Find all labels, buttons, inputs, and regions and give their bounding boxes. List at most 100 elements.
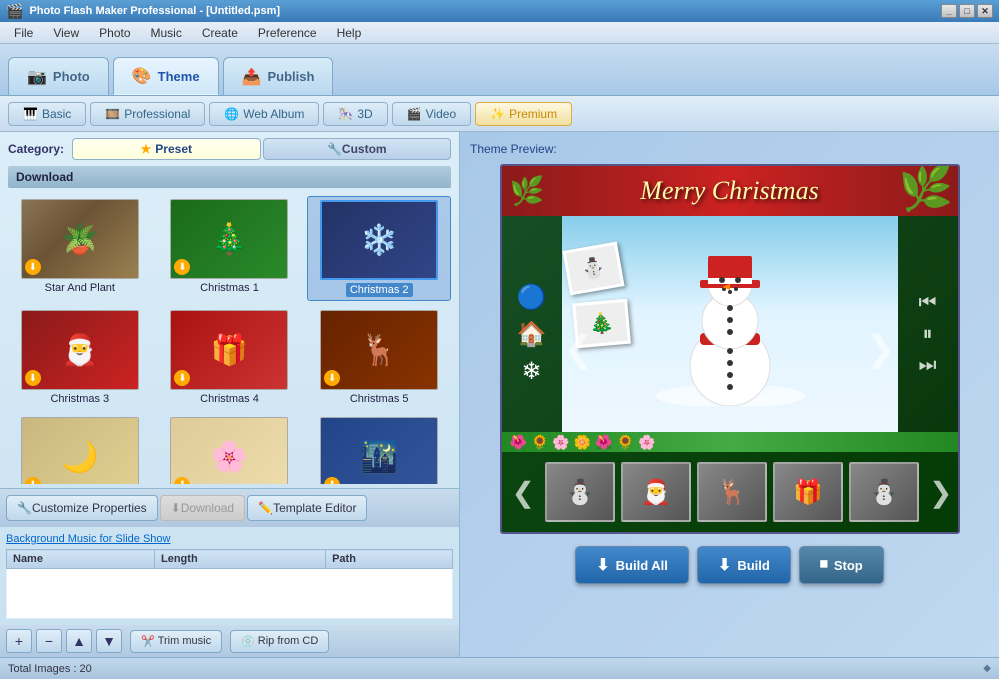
photo-tab-icon: 📷 (27, 67, 47, 87)
menu-create[interactable]: Create (192, 24, 248, 42)
build-icon: ⬇ (718, 555, 731, 575)
move-down-button[interactable]: ▼ (96, 629, 122, 653)
thumb-left-arrow[interactable]: ❮ (508, 476, 539, 509)
col-path: Path (326, 550, 453, 569)
premium-icon: ✨ (490, 107, 505, 121)
theme-label-christmas1: Christmas 1 (200, 282, 259, 294)
subcategory-webalbum[interactable]: 🌐 Web Album (209, 102, 319, 126)
theme-thumbnail-star-plant: 🪴 ⬇ (21, 199, 139, 279)
category-label: Category: (8, 142, 64, 156)
theme-item-christmas4[interactable]: 🎁 ⬇ Christmas 4 (158, 307, 302, 408)
move-up-button[interactable]: ▲ (66, 629, 92, 653)
window-controls: _ □ ✕ (941, 4, 993, 18)
theme-item-christmas1[interactable]: 🎄 ⬇ Christmas 1 (158, 196, 302, 301)
theme-item-extra3[interactable]: 🌃 ⬇ (307, 414, 451, 484)
build-button[interactable]: ⬇ Build (697, 546, 791, 584)
theme-item-star-plant[interactable]: 🪴 ⬇ Star And Plant (8, 196, 152, 301)
minimize-button[interactable]: _ (941, 4, 957, 18)
subcategory-basic[interactable]: 🎹 Basic (8, 102, 86, 126)
close-button[interactable]: ✕ (977, 4, 993, 18)
theme-thumbnail-christmas5: 🦌 ⬇ (320, 310, 438, 390)
theme-item-extra1[interactable]: 🌙 ⬇ (8, 414, 152, 484)
theme-item-extra2[interactable]: 🌸 ⬇ (158, 414, 302, 484)
theme-item-christmas3[interactable]: 🎅 ⬇ Christmas 3 (8, 307, 152, 408)
subcategory-premium[interactable]: ✨ Premium (475, 102, 572, 126)
theme-thumbnail-extra1: 🌙 ⬇ (21, 417, 139, 484)
preset-label: Preset (155, 142, 192, 156)
theme-label-christmas5: Christmas 5 (350, 393, 409, 405)
preview-thumb-4: 🎁 (773, 462, 843, 522)
add-music-button[interactable]: + (6, 629, 32, 653)
download-button[interactable]: ⬇ Download (160, 495, 245, 521)
menu-preference[interactable]: Preference (248, 24, 327, 42)
maximize-button[interactable]: □ (959, 4, 975, 18)
star-icon: ★ (141, 142, 152, 156)
subcategory-3d[interactable]: 🎠 3D (323, 102, 387, 126)
nav-right-arrow[interactable]: ❯ (865, 328, 895, 370)
professional-label: Professional (124, 107, 190, 121)
holly-right: 🌿 (899, 166, 954, 214)
stop-icon: ⏹ (820, 556, 828, 574)
publish-tab-label: Publish (268, 69, 315, 84)
theme-grid: 🪴 ⬇ Star And Plant 🎄 ⬇ Christmas 1 (4, 192, 455, 484)
preview-center: ⛄ 🎄 (562, 216, 898, 452)
next-last-button[interactable]: ⏭ (919, 354, 937, 377)
theme-thumbnail-extra2: 🌸 ⬇ (170, 417, 288, 484)
music-controls: + − ▲ ▼ ✂️ Trim music 💿 Rip from CD (0, 625, 459, 657)
thumb-right-arrow[interactable]: ❯ (925, 476, 956, 509)
download-badge-christmas3: ⬇ (25, 370, 41, 386)
tab-theme[interactable]: 🎨 Theme (113, 57, 219, 95)
template-editor-button[interactable]: ✏️ Template Editor (247, 495, 367, 521)
preview-thumb-3: 🦌 (697, 462, 767, 522)
ornament-snowflake: ❄ (521, 357, 541, 386)
prev-button[interactable]: ⏸ (923, 323, 933, 346)
menu-photo[interactable]: Photo (89, 24, 140, 42)
theme-tab-label: Theme (158, 69, 200, 84)
preset-tab[interactable]: ★ Preset (72, 138, 261, 160)
music-section: Background Music for Slide Show Name Len… (0, 527, 459, 625)
music-section-label[interactable]: Background Music for Slide Show (6, 533, 453, 545)
tab-photo[interactable]: 📷 Photo (8, 57, 109, 95)
subcategory-professional[interactable]: 🎞️ Professional (90, 102, 205, 126)
tab-publish[interactable]: 📤 Publish (223, 57, 334, 95)
remove-music-button[interactable]: − (36, 629, 62, 653)
ornament-blue: 🔵 (517, 283, 547, 312)
preview-left-deco: 🔵 🏠 ❄ (502, 216, 562, 452)
menu-help[interactable]: Help (327, 24, 372, 42)
theme-grid-container: Download 🪴 ⬇ Star And Plant 🎄 ⬇ Ch (0, 166, 459, 488)
build-all-button[interactable]: ⬇ Build All (575, 546, 689, 584)
holly-left: 🌿 (510, 175, 545, 208)
custom-label: Custom (342, 142, 387, 156)
stop-button[interactable]: ⏹ Stop (799, 546, 884, 584)
menu-music[interactable]: Music (141, 24, 192, 42)
trim-music-button[interactable]: ✂️ Trim music (130, 630, 222, 653)
build-all-icon: ⬇ (596, 555, 609, 575)
professional-icon: 🎞️ (105, 107, 120, 121)
statusbar: Total Images : 20 ◆ (0, 657, 999, 679)
rip-cd-button[interactable]: 💿 Rip from CD (230, 630, 329, 653)
preview-header: 🌿 Merry Christmas 🌿 (502, 166, 958, 216)
flower-border: 🌺🌻🌸🌼🌺🌻🌸 (502, 432, 958, 452)
3d-label: 3D (357, 107, 372, 121)
photo-tab-label: Photo (53, 69, 90, 84)
app-title: Photo Flash Maker Professional - [Untitl… (29, 5, 941, 17)
preview-label: Theme Preview: (470, 142, 557, 156)
subcategory-video[interactable]: 🎬 Video (392, 102, 471, 126)
theme-thumbnail-extra3: 🌃 ⬇ (320, 417, 438, 484)
menubar: File View Photo Music Create Preference … (0, 22, 999, 44)
left-panel: Category: ★ Preset 🔧 Custom Download 🪴 (0, 132, 460, 657)
nav-left-arrow[interactable]: ❮ (564, 328, 594, 370)
custom-tab[interactable]: 🔧 Custom (263, 138, 452, 160)
customize-properties-button[interactable]: 🔧 Customize Properties (6, 495, 158, 521)
menu-view[interactable]: View (43, 24, 89, 42)
theme-item-christmas2[interactable]: ❄️ Christmas 2 (307, 196, 451, 301)
total-images-label: Total Images : 20 (8, 663, 92, 675)
prev-first-button[interactable]: ⏮ (919, 292, 937, 315)
custom-icon: 🔧 (327, 142, 342, 156)
menu-file[interactable]: File (4, 24, 43, 42)
video-icon: 🎬 (407, 107, 422, 121)
download-label: Download (181, 501, 234, 515)
build-buttons: ⬇ Build All ⬇ Build ⏹ Stop (575, 546, 883, 584)
theme-item-christmas5[interactable]: 🦌 ⬇ Christmas 5 (307, 307, 451, 408)
preview-right-controls: ⏮ ⏸ ⏭ (898, 216, 958, 452)
